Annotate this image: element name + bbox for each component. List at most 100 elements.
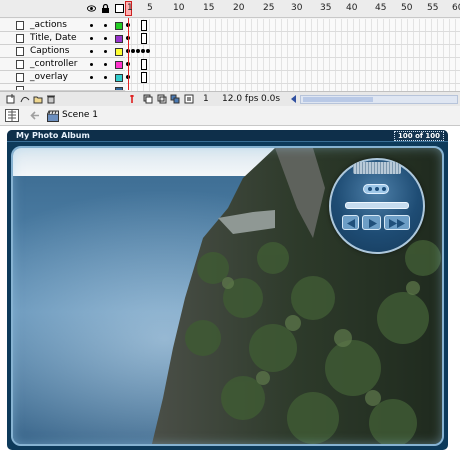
prev-button[interactable] bbox=[342, 215, 359, 230]
layer-name: _overlay bbox=[30, 72, 68, 82]
back-arrow-icon[interactable] bbox=[30, 110, 40, 121]
visibility-dot[interactable] bbox=[90, 63, 93, 66]
visibility-dot[interactable] bbox=[90, 50, 93, 53]
insert-layer-icon[interactable] bbox=[6, 94, 16, 104]
layer-color-swatch[interactable] bbox=[115, 48, 123, 56]
elapsed-time: 0.0s bbox=[261, 94, 281, 104]
ruler-tick-label: 55 bbox=[427, 3, 439, 13]
ruler-tick-label: 5 bbox=[147, 3, 153, 13]
motion-guide-icon[interactable] bbox=[20, 94, 30, 104]
center-frame-icon[interactable] bbox=[127, 94, 137, 104]
current-frame: 1 bbox=[203, 94, 209, 104]
eye-icon[interactable] bbox=[87, 4, 96, 13]
frame-row[interactable] bbox=[126, 71, 460, 84]
play-icon bbox=[369, 219, 377, 228]
status-light bbox=[368, 187, 372, 191]
end-frame[interactable] bbox=[141, 33, 147, 44]
timeline-ruler[interactable]: 1 5 10 15 20 25 30 35 40 45 50 55 60 bbox=[0, 0, 460, 18]
timeline-status-bar: 1 12.0 fps 0.0s bbox=[0, 91, 460, 106]
ruler-tick-label: 30 bbox=[291, 3, 303, 13]
page-icon bbox=[16, 60, 24, 69]
layer-row-actions[interactable]: _actions bbox=[0, 19, 125, 32]
play-button[interactable] bbox=[362, 215, 381, 230]
photo-album-frame: My Photo Album 100 of 100 bbox=[7, 130, 448, 450]
frame-row[interactable] bbox=[126, 19, 460, 32]
layer-row-title-date[interactable]: Title, Date bbox=[0, 32, 125, 45]
status-light bbox=[382, 187, 386, 191]
visibility-dot[interactable] bbox=[90, 24, 93, 27]
end-frame[interactable] bbox=[141, 72, 147, 83]
layer-color-swatch[interactable] bbox=[115, 74, 123, 82]
page-icon bbox=[16, 21, 24, 30]
lock-dot[interactable] bbox=[104, 24, 107, 27]
keyframe[interactable] bbox=[146, 49, 150, 53]
modify-onion-markers-icon[interactable] bbox=[184, 94, 194, 104]
ruler-tick-label: 45 bbox=[375, 3, 387, 13]
layer-color-swatch[interactable] bbox=[115, 61, 123, 69]
next-button[interactable] bbox=[384, 215, 410, 230]
layer-name: Captions bbox=[30, 46, 70, 56]
layer-color-swatch[interactable] bbox=[115, 22, 123, 30]
layer-row-captions[interactable]: Captions bbox=[0, 45, 125, 58]
lock-dot[interactable] bbox=[104, 50, 107, 53]
visibility-dot[interactable] bbox=[90, 37, 93, 40]
ruler-tick-label: 40 bbox=[346, 3, 358, 13]
stage: My Photo Album 100 of 100 bbox=[0, 126, 460, 451]
frame-grid[interactable] bbox=[126, 19, 460, 91]
ruler-tick-label: 60 bbox=[452, 3, 460, 13]
frame-row[interactable] bbox=[126, 32, 460, 45]
visibility-dot[interactable] bbox=[90, 76, 93, 79]
ruler-tick-label: 35 bbox=[320, 3, 332, 13]
layer-name: _actions bbox=[30, 20, 67, 30]
lock-dot[interactable] bbox=[104, 63, 107, 66]
ruler-tick-label: 10 bbox=[173, 3, 185, 13]
ruler-tick-label: 25 bbox=[263, 3, 275, 13]
scroll-left-icon[interactable] bbox=[289, 94, 299, 104]
insert-folder-icon[interactable] bbox=[33, 94, 43, 104]
keyframe[interactable] bbox=[131, 49, 135, 53]
onion-skin-icon[interactable] bbox=[143, 94, 153, 104]
onion-outlines-icon[interactable] bbox=[157, 94, 167, 104]
page-icon bbox=[16, 34, 24, 43]
lock-icon[interactable] bbox=[101, 4, 110, 13]
timeline-scrollbar[interactable] bbox=[300, 95, 458, 104]
scene-label[interactable]: Scene 1 bbox=[62, 110, 98, 120]
layer-row-overlay[interactable]: _overlay bbox=[0, 71, 125, 84]
trash-icon[interactable] bbox=[46, 94, 56, 104]
ruler-tick-label: 15 bbox=[203, 3, 215, 13]
edit-multiple-frames-icon[interactable] bbox=[170, 94, 180, 104]
album-title: My Photo Album bbox=[16, 131, 90, 140]
lock-dot[interactable] bbox=[104, 37, 107, 40]
slideshow-controller bbox=[329, 158, 425, 254]
end-frame[interactable] bbox=[141, 59, 147, 70]
ruler-tick-label: 20 bbox=[233, 3, 245, 13]
fast-forward-icon bbox=[389, 219, 405, 228]
timeline-panel: 1 5 10 15 20 25 30 35 40 45 50 55 60 _ac… bbox=[0, 0, 460, 106]
layer-row-controller[interactable]: _controller bbox=[0, 58, 125, 71]
timeline-scroll-thumb[interactable] bbox=[303, 97, 373, 102]
speaker-grill bbox=[353, 162, 401, 174]
timeline-toggle-icon[interactable] bbox=[5, 109, 19, 122]
page-icon bbox=[16, 47, 24, 56]
playhead-line bbox=[128, 18, 129, 90]
frame-row[interactable] bbox=[126, 58, 460, 71]
outline-icon[interactable] bbox=[115, 4, 124, 13]
lock-dot[interactable] bbox=[104, 76, 107, 79]
prev-icon bbox=[347, 219, 355, 228]
layer-list: _actions Title, Date Captions _controlle… bbox=[0, 19, 125, 91]
keyframe[interactable] bbox=[136, 49, 140, 53]
edit-bar: Scene 1 bbox=[0, 106, 460, 126]
ruler-tick-label: 50 bbox=[401, 3, 413, 13]
layer-name: Title, Date bbox=[30, 33, 77, 43]
keyframe[interactable] bbox=[141, 49, 145, 53]
layer-row-bg[interactable] bbox=[0, 84, 125, 91]
clapperboard-icon bbox=[47, 110, 59, 122]
end-frame[interactable] bbox=[141, 20, 147, 31]
layer-color-swatch[interactable] bbox=[115, 35, 123, 43]
progress-track[interactable] bbox=[345, 202, 409, 209]
page-icon bbox=[16, 73, 24, 82]
ruler-tick-label: 1 bbox=[127, 3, 133, 13]
photo-counter: 100 of 100 bbox=[394, 131, 444, 141]
status-light bbox=[375, 187, 379, 191]
frame-row[interactable] bbox=[126, 45, 460, 58]
